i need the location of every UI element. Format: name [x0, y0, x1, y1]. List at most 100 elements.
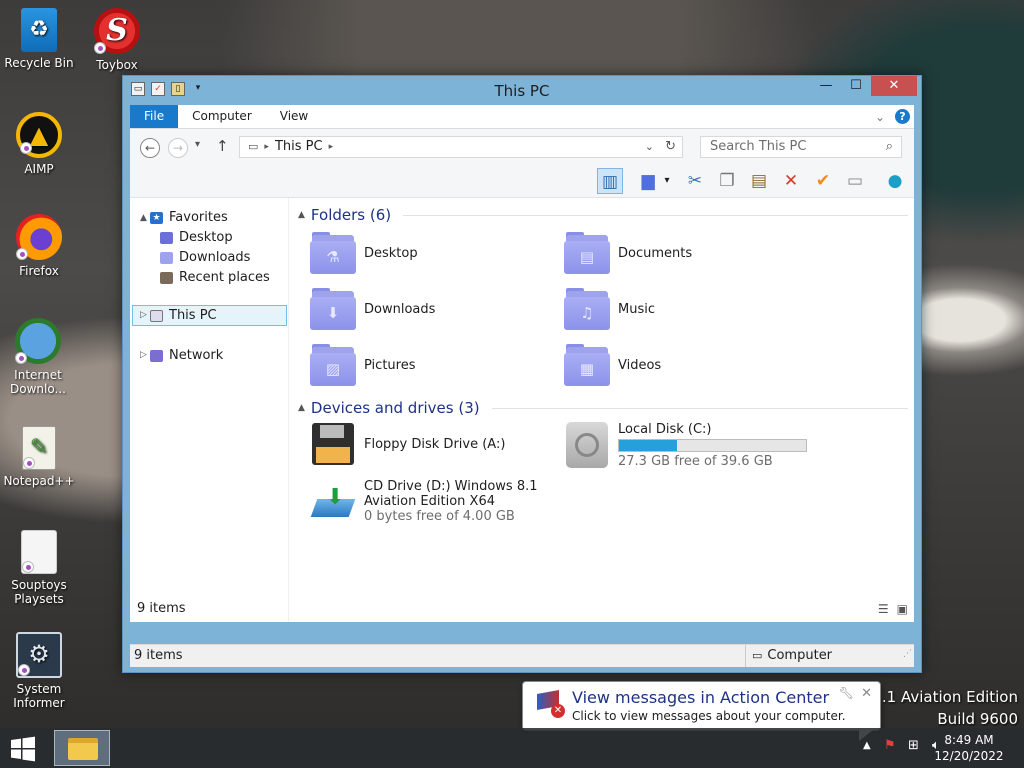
wrench-icon[interactable]: 🔧︎ — [839, 686, 854, 700]
folder-videos[interactable]: ▦ Videos — [564, 344, 661, 386]
desktop-icon-internet-download-manager[interactable]: Internet Downlo... — [0, 318, 77, 396]
view-switcher: ☰ ▣ — [878, 602, 908, 616]
folder-pictures[interactable]: ▨ Pictures — [310, 344, 415, 386]
collapse-group-icon[interactable]: ▲ — [298, 210, 305, 220]
drive-local-c[interactable]: Local Disk (C:) 27.3 GB free of 39.6 GB — [566, 422, 807, 469]
desktop-icon-toybox[interactable]: S Toybox — [77, 8, 157, 72]
balloon-subtitle: Click to view messages about your comput… — [572, 709, 846, 723]
window-title: This PC — [494, 82, 550, 100]
address-field[interactable]: ▭ ▸ This PC ▸ ⌄ ↻ — [239, 136, 683, 158]
expand-ribbon-icon[interactable]: ⌄ — [875, 110, 885, 124]
folder-desktop[interactable]: ⚗ Desktop — [310, 232, 418, 274]
minimize-button[interactable]: — — [811, 76, 841, 96]
help-icon[interactable]: ? — [895, 109, 910, 124]
status-bar: 9 items ▭ Computer ⋰ — [130, 644, 914, 667]
desktop-icon-aimp[interactable]: ▲ AIMP — [0, 112, 79, 176]
balloon-close-icon[interactable]: ✕ — [861, 686, 872, 701]
folder-documents[interactable]: ▤ Documents — [564, 232, 692, 274]
breadcrumb-chevron-icon: ▸ — [264, 142, 269, 152]
downloads-folder-icon — [160, 252, 173, 264]
nav-desktop[interactable]: Desktop — [160, 228, 233, 248]
drive-floppy[interactable]: Floppy Disk Drive (A:) — [312, 423, 505, 465]
group-title: Folders (6) — [310, 206, 392, 224]
explorer-window[interactable]: ▭ ✓ ▯ ▾ This PC — ☐ ✕ File Computer View… — [122, 75, 922, 673]
nav-network[interactable]: Network — [150, 346, 223, 366]
collapse-caret-icon[interactable]: ▲ — [140, 213, 147, 223]
tab-view[interactable]: View — [266, 105, 322, 128]
desktop-icon-system-informer[interactable]: ⚙ System Informer — [0, 632, 79, 710]
resize-grip-icon[interactable]: ⋰ — [903, 643, 912, 665]
nav-recent-places[interactable]: Recent places — [160, 268, 270, 288]
nav-label: Downloads — [179, 250, 251, 265]
search-input[interactable]: Search This PC ⌕ — [700, 136, 902, 158]
large-icons-view-icon[interactable]: ▣ — [897, 602, 908, 616]
show-hidden-icons-icon[interactable]: ▲ — [863, 740, 871, 751]
network-tray-icon[interactable]: ⊞ — [908, 738, 919, 753]
system-tray: ▲ ⚑ ⊞ 🔈︎ 8:49 AM 12/20/2022 — [824, 728, 1024, 768]
action-center-tray-icon[interactable]: ⚑ — [884, 738, 896, 753]
close-button[interactable]: ✕ — [871, 76, 917, 96]
expand-caret-icon[interactable]: ▷ — [140, 310, 147, 320]
drive-label: Floppy Disk Drive (A:) — [364, 436, 506, 452]
group-header-folders[interactable]: ▲ Folders (6) — [290, 206, 914, 224]
search-icon: ⌕ — [885, 139, 893, 154]
details-view-icon[interactable]: ☰ — [878, 602, 889, 616]
rename-icon[interactable]: ▭ — [842, 168, 868, 194]
balloon-title[interactable]: View messages in Action Center — [572, 688, 829, 707]
desktop-folder-icon — [160, 232, 173, 244]
recent-locations-icon[interactable]: ▾ — [195, 139, 200, 150]
taskbar-file-explorer[interactable] — [54, 730, 110, 766]
desktop-icon-firefox[interactable]: Firefox — [0, 214, 79, 278]
folder-dropdown-icon[interactable]: ▾ — [660, 168, 674, 194]
drive-label: CD Drive (D:) Windows 8.1 — [364, 479, 538, 494]
desktop-icon-recycle-bin[interactable]: ♻ Recycle Bin — [0, 8, 79, 70]
expand-caret-icon[interactable]: ▷ — [140, 350, 147, 360]
start-button[interactable] — [6, 734, 40, 764]
navigation-pane[interactable]: ▲ ★ Favorites Desktop Downloads Recent p… — [130, 198, 289, 622]
back-button[interactable]: ← — [140, 138, 160, 158]
nav-this-pc[interactable]: This PC — [150, 306, 217, 326]
taskbar: ▲ ⚑ ⊞ 🔈︎ 8:49 AM 12/20/2022 — [0, 728, 1024, 768]
folder-label: Pictures — [364, 357, 416, 373]
clock[interactable]: 8:49 AM 12/20/2022 — [924, 732, 1014, 764]
cut-icon[interactable]: ✂ — [682, 168, 708, 194]
nav-downloads[interactable]: Downloads — [160, 248, 250, 268]
group-header-devices[interactable]: ▲ Devices and drives (3) — [290, 399, 914, 417]
folder-music[interactable]: ♫ Music — [564, 288, 655, 330]
tab-file[interactable]: File — [130, 105, 179, 128]
action-center-balloon[interactable]: ✕ View messages in Action Center Click t… — [522, 681, 881, 741]
hard-disk-icon — [566, 422, 608, 468]
folder-label: Documents — [618, 245, 693, 261]
desktop-icon-notepad-plus-plus[interactable]: ✎ Notepad++ — [0, 426, 79, 488]
system-informer-icon: ⚙ — [16, 632, 62, 678]
delete-icon[interactable]: ✕ — [778, 168, 804, 194]
aimp-icon: ▲ — [16, 112, 62, 158]
address-dropdown-icon[interactable]: ⌄ — [645, 137, 654, 157]
globe-icon[interactable]: ● — [882, 168, 908, 194]
action-center-flag-icon: ✕ — [535, 690, 565, 720]
nav-label: Desktop — [179, 230, 233, 245]
edition-text: .1 Aviation Edition — [881, 688, 1018, 706]
collapse-group-icon[interactable]: ▲ — [298, 403, 305, 413]
up-button[interactable]: ↑ — [216, 137, 229, 155]
desktop-icon-label: Toybox — [96, 58, 138, 72]
maximize-button[interactable]: ☐ — [841, 76, 871, 96]
folder-label: Music — [618, 301, 655, 317]
paste-icon[interactable]: ▤ — [746, 168, 772, 194]
desktop-icon-souptoys[interactable]: Souptoys Playsets — [0, 530, 79, 606]
nav-favorites[interactable]: ★ Favorites — [150, 208, 228, 228]
copy-icon[interactable]: ❐ — [714, 168, 740, 194]
forward-button[interactable]: → — [168, 138, 188, 158]
status-zone-label: Computer — [767, 648, 833, 663]
open-folder-icon[interactable]: ▆ — [635, 168, 661, 194]
clock-time: 8:49 AM — [944, 733, 994, 747]
preview-pane-icon[interactable]: ▥ — [597, 168, 623, 194]
refresh-icon[interactable]: ↻ — [665, 137, 676, 157]
drive-cd-d[interactable]: ⬇ CD Drive (D:) Windows 8.1 Aviation Edi… — [310, 479, 538, 525]
content-pane[interactable]: ▲ Folders (6) ⚗ Desktop ▤ Documents ⬇ Do… — [290, 198, 914, 622]
folder-downloads[interactable]: ⬇ Downloads — [310, 288, 435, 330]
title-bar[interactable]: ▭ ✓ ▯ ▾ This PC — ☐ ✕ — [123, 76, 921, 104]
tab-computer[interactable]: Computer — [178, 105, 266, 128]
breadcrumb-this-pc[interactable]: This PC — [275, 137, 323, 157]
properties-check-icon[interactable]: ✔ — [810, 168, 836, 194]
